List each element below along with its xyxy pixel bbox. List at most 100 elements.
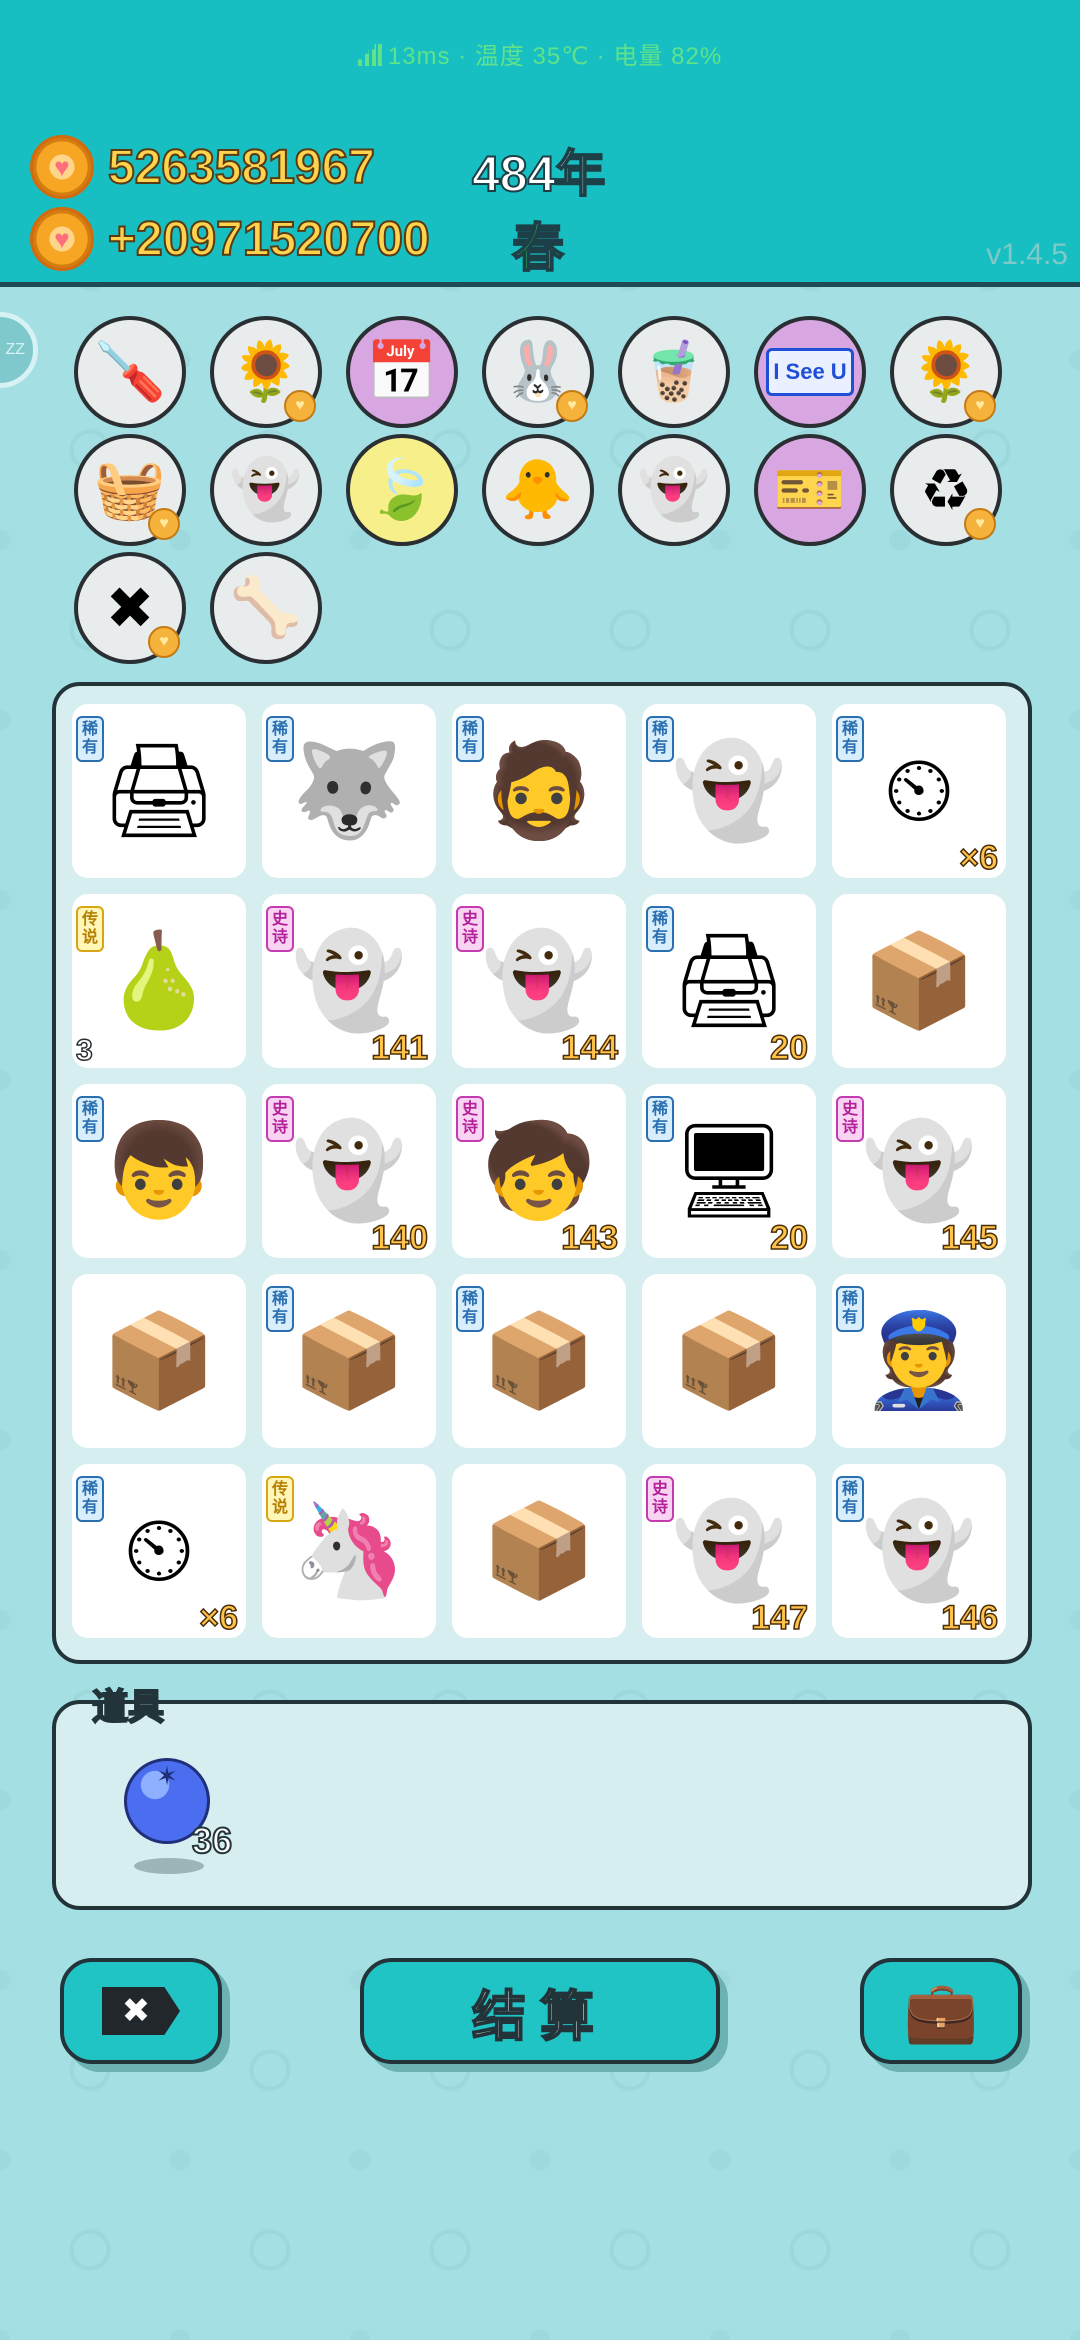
strip-item[interactable]: 🍃 (346, 434, 458, 546)
board-cell[interactable]: 🧒 史诗 143 (452, 1084, 626, 1258)
strip-item[interactable]: 🦴 (210, 552, 322, 664)
bag-button[interactable]: 💼 (860, 1958, 1022, 2064)
remove-button[interactable]: ✖ (60, 1958, 222, 2064)
item-count: 20 (769, 1218, 808, 1258)
rarity-badge: 稀有 (646, 716, 674, 762)
item-count: ×6 (198, 1598, 238, 1638)
ghost-wink-icon: 👻 (637, 457, 711, 522)
rarity-badge: 史诗 (266, 906, 294, 952)
rarity-badge: 史诗 (456, 1096, 484, 1142)
board-cell[interactable]: 🖥 稀有 20 (642, 1084, 816, 1258)
rarity-badge: 稀有 (456, 716, 484, 762)
strip-item[interactable]: 🎫 (754, 434, 866, 546)
strip-item[interactable]: 👻 (210, 434, 322, 546)
briefcase-icon: 💼 (903, 1977, 979, 2045)
board-cell[interactable]: 📦 稀有 (262, 1274, 436, 1448)
screwdriver-icon: 🪛 (93, 339, 167, 404)
strip-item[interactable]: 🌻 ♥ (890, 316, 1002, 428)
rarity-badge: 史诗 (836, 1096, 864, 1142)
rarity-badge: 史诗 (456, 906, 484, 952)
board-cell[interactable]: 👻 史诗 145 (832, 1084, 1006, 1258)
pet-food-bowl-icon: 🦴 (229, 575, 303, 640)
ghost-x-eyes-icon: 👻 (861, 1499, 977, 1602)
signal-icon (357, 44, 382, 66)
ghost-x-eyes-icon: 👻 (861, 1119, 977, 1222)
cardboard-box-icon: 📦 (481, 1499, 597, 1602)
cardboard-box-icon: 📦 (861, 929, 977, 1032)
rarity-badge: 传说 (266, 1476, 294, 1522)
board-cell[interactable]: 👻 史诗 147 (642, 1464, 816, 1638)
bubble-tea-icon: 🧋 (637, 339, 711, 404)
rarity-badge: 稀有 (836, 1286, 864, 1332)
item-count: 140 (371, 1218, 429, 1258)
board-cell[interactable]: 🐺 稀有 (262, 704, 436, 878)
board-cell[interactable]: 👻 史诗 144 (452, 894, 626, 1068)
i-see-u-icon: I See U (766, 348, 854, 396)
ghost-x-eyes-icon: 👻 (291, 1119, 407, 1222)
board-cell[interactable]: 🍐 传说 3 (72, 894, 246, 1068)
prop-count: 36 (191, 1819, 233, 1862)
printer-icon: 🖨 (670, 929, 788, 1032)
board-cell[interactable]: 📦 (72, 1274, 246, 1448)
rarity-badge: 稀有 (646, 1096, 674, 1142)
strip-item[interactable]: ♻ ♥ (890, 434, 1002, 546)
ghost-x-eyes-icon: 👻 (671, 1499, 787, 1602)
strip-item[interactable]: 👻 (618, 434, 730, 546)
rarity-badge: 稀有 (76, 716, 104, 762)
year-label: 484年 (471, 145, 606, 203)
board-cell[interactable]: 👦 稀有 (72, 1084, 246, 1258)
board-cell[interactable]: 👻 稀有 146 (832, 1464, 1006, 1638)
rarity-badge: 稀有 (456, 1286, 484, 1332)
board-cell[interactable]: 📦 稀有 (452, 1274, 626, 1448)
glasses-boy-icon: 👦 (101, 1119, 217, 1222)
cardboard-box-icon: 📦 (481, 1309, 597, 1412)
coin-balance: ♥ 5263581967 (30, 134, 376, 200)
heart-coin-icon: ♥ (30, 207, 94, 271)
calendar-icon: 📅 (365, 339, 439, 404)
settle-button[interactable]: 结算 (360, 1958, 720, 2064)
board-cell[interactable]: ⏲ 稀有 ×6 (832, 704, 1006, 878)
strip-item[interactable]: ✖ ♥ (74, 552, 186, 664)
strip-item[interactable]: 🌻 ♥ (210, 316, 322, 428)
strip-item[interactable]: I See U (754, 316, 866, 428)
speedometer-icon: ⏲ (123, 1498, 195, 1601)
status-bar: 13ms · 温度 35℃ · 电量 82% (0, 36, 1080, 71)
rarity-badge: 稀有 (266, 716, 294, 762)
board-cell[interactable]: 👻 稀有 (642, 704, 816, 878)
item-count: ×6 (958, 838, 998, 878)
board-cell[interactable]: 👻 史诗 140 (262, 1084, 436, 1258)
board-cell[interactable]: 🖨 稀有 (72, 704, 246, 878)
rarity-badge: 稀有 (266, 1286, 294, 1332)
heart-coin-icon: ♥ (30, 135, 94, 199)
item-count: 141 (371, 1028, 429, 1068)
rarity-badge: 史诗 (646, 1476, 674, 1522)
ghost-x-eyes-icon: 👻 (671, 739, 787, 842)
strip-item[interactable]: 📅 (346, 316, 458, 428)
computer-tower-icon: 🖥 (670, 1119, 788, 1222)
pear-icon: 🍐 (101, 929, 217, 1032)
heart-badge-icon: ♥ (964, 390, 996, 422)
board-cell[interactable]: ⏲ 稀有 ×6 (72, 1464, 246, 1638)
recycle-icon: ♻ (920, 458, 972, 523)
slot-board: 🖨 稀有 🐺 稀有 🧔 稀有 👻 稀有 ⏲ 稀有 ×6 🍐 传说 3 👻 史诗 141 👻 史诗 144 🖨 稀有 20 📦 👦… (52, 682, 1032, 1664)
strip-item[interactable]: 🧺 ♥ (74, 434, 186, 546)
settle-button-label: 结算 (471, 1986, 608, 2048)
rarity-badge: 史诗 (266, 1096, 294, 1142)
board-cell[interactable]: 📦 (452, 1464, 626, 1638)
board-cell[interactable]: 🧔 稀有 (452, 704, 626, 878)
ghost-x-eyes-icon: 👻 (481, 929, 597, 1032)
board-cell[interactable]: 👮 稀有 (832, 1274, 1006, 1448)
strip-item[interactable]: 🐰 ♥ (482, 316, 594, 428)
speedometer-icon: ⏲ (883, 738, 955, 841)
board-cell[interactable]: 🖨 稀有 20 (642, 894, 816, 1068)
strip-item[interactable]: 🐥 (482, 434, 594, 546)
status-text: 13ms · 温度 35℃ · 电量 82% (387, 43, 723, 70)
strip-item[interactable]: 🧋 (618, 316, 730, 428)
board-cell[interactable]: 📦 (832, 894, 1006, 1068)
capsule-pack-icon: 🎫 (773, 457, 847, 522)
strip-item[interactable]: 🪛 (74, 316, 186, 428)
board-cell[interactable]: 🦄 传说 (262, 1464, 436, 1638)
ghost-x-eyes-icon: 👻 (291, 929, 407, 1032)
board-cell[interactable]: 👻 史诗 141 (262, 894, 436, 1068)
board-cell[interactable]: 📦 (642, 1274, 816, 1448)
